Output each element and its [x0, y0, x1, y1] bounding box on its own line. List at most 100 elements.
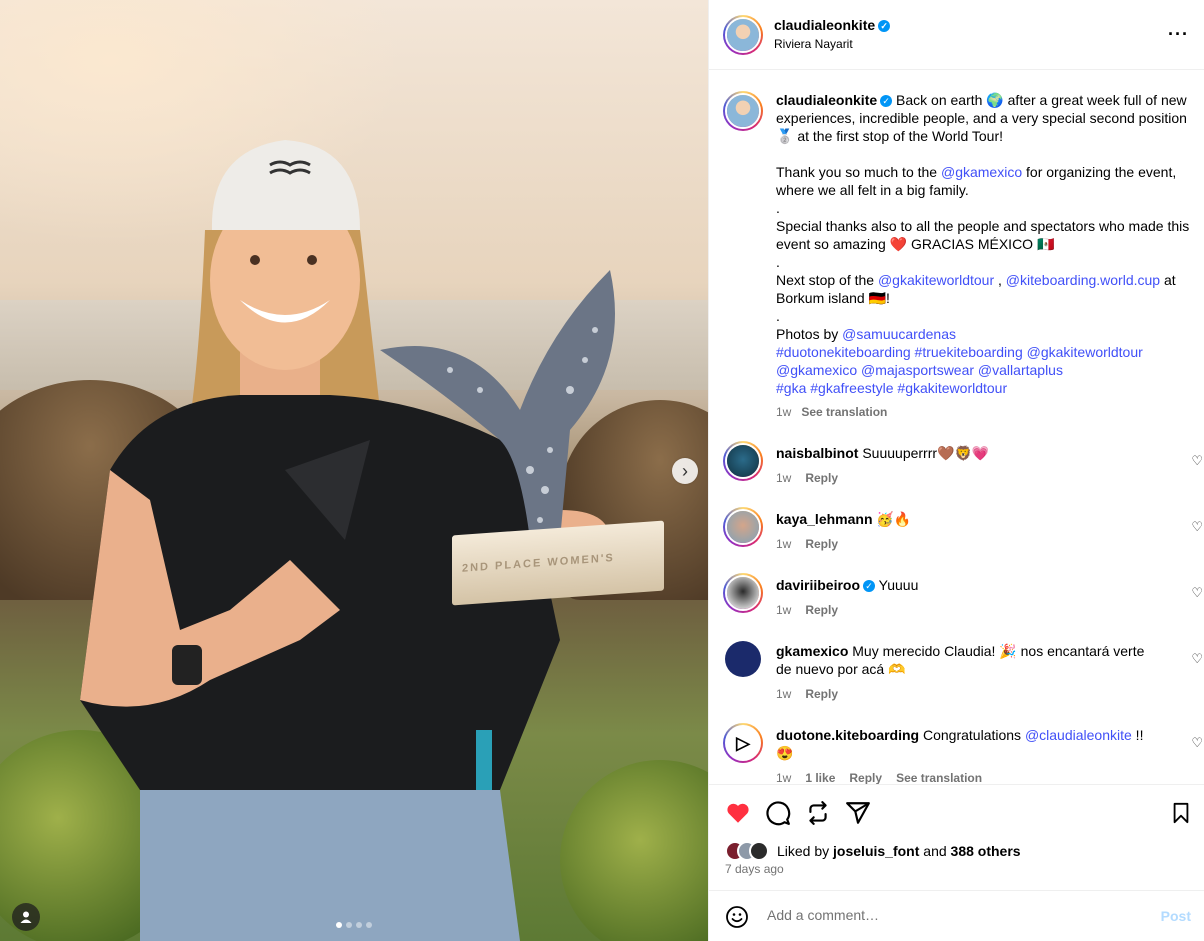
carousel-dot: [366, 922, 372, 928]
whale-tail-trophy: [380, 270, 615, 540]
caption-username[interactable]: claudialeonkite: [776, 92, 877, 108]
caption-time[interactable]: 1w: [776, 405, 791, 419]
hashtags-line[interactable]: #gka #gkafreestyle #gkakiteworldtour: [776, 379, 1190, 397]
trophy-base: 2ND PLACE WOMEN'S: [452, 520, 664, 606]
carousel-dots: [336, 922, 372, 928]
commenter-avatar[interactable]: [725, 641, 761, 677]
hashtags-line[interactable]: @gkamexico @majasportswear @vallartaplus: [776, 361, 1190, 379]
like-comment-button[interactable]: ♡: [1191, 735, 1203, 751]
repost-icon: [809, 801, 827, 825]
carousel-next-button[interactable]: ›: [672, 458, 698, 484]
post-location[interactable]: Riviera Nayarit: [774, 37, 853, 51]
liked-by-summary: Liked by joseluis_font and 388 others: [725, 841, 1021, 861]
liker-avatar[interactable]: [749, 841, 769, 861]
reply-button[interactable]: Reply: [805, 471, 838, 485]
mention-link[interactable]: @samuucardenas: [842, 326, 956, 342]
repost-button[interactable]: [805, 800, 831, 826]
comment-username[interactable]: daviriibeiroo: [776, 577, 860, 593]
likes-count-link[interactable]: 388 others: [951, 843, 1021, 859]
mention-link[interactable]: @claudialeonkite: [1025, 727, 1132, 743]
heart-outline-icon: ♡: [1191, 453, 1203, 468]
heart-outline-icon: ♡: [1191, 735, 1203, 750]
post-photo[interactable]: 2ND PLACE WOMEN'S ›: [0, 0, 708, 941]
author-username[interactable]: claudialeonkite: [774, 17, 875, 33]
emoji-picker-button[interactable]: [725, 905, 749, 929]
comment-time[interactable]: 1w: [776, 537, 791, 551]
author-avatar[interactable]: [723, 91, 763, 131]
add-comment-bar: Post: [709, 890, 1204, 941]
tagged-users-button[interactable]: [12, 903, 40, 931]
author-avatar[interactable]: [723, 15, 763, 55]
comment-time[interactable]: 1w: [776, 471, 791, 485]
mention-link[interactable]: @gkakiteworldtour: [878, 272, 994, 288]
comment-text: Yuuuu: [878, 577, 919, 593]
post-sidebar: claudialeonkite ✓ Riviera Nayarit ··· cla…: [708, 0, 1204, 941]
post-comment-button[interactable]: Post: [1161, 908, 1191, 924]
comment-username[interactable]: naisbalbinot: [776, 445, 858, 461]
comment-time[interactable]: 1w: [776, 771, 791, 784]
reply-button[interactable]: Reply: [805, 603, 838, 617]
mention-link[interactable]: @gkamexico: [941, 164, 1022, 180]
comment-likes[interactable]: 1 like: [805, 771, 835, 784]
save-button[interactable]: [1170, 800, 1192, 826]
comment-text: Suuuuperrrr🤎🦁💗: [862, 445, 990, 461]
paper-plane-icon: [846, 802, 870, 824]
like-comment-button[interactable]: ♡: [1191, 519, 1203, 535]
comment-text: Congratulations: [923, 727, 1025, 743]
like-button[interactable]: [725, 800, 751, 826]
comment-username[interactable]: duotone.kiteboarding: [776, 727, 919, 743]
caption-dot: .: [776, 308, 780, 324]
caption-text: Special thanks also to all the people an…: [776, 218, 1190, 252]
see-translation-link[interactable]: See translation: [896, 771, 982, 784]
comment-bubble-icon: [766, 801, 791, 826]
caption-text: ,: [994, 272, 1006, 288]
see-translation-link[interactable]: See translation: [801, 405, 887, 419]
and-label: and: [923, 843, 947, 859]
comment-time[interactable]: 1w: [776, 603, 791, 617]
caption-text: Photos by: [776, 326, 843, 342]
comments-scroll-area[interactable]: claudialeonkite ✓ Back on earth 🌍 after a…: [709, 71, 1204, 784]
trophy-text: 2ND PLACE WOMEN'S: [462, 552, 615, 575]
user-icon: [20, 911, 32, 923]
verified-badge-icon: ✓: [878, 20, 891, 32]
comment-text: 🥳🔥: [876, 511, 912, 527]
heart-outline-icon: ♡: [1191, 585, 1203, 600]
mention-link[interactable]: @kiteboarding.world.cup: [1006, 272, 1160, 288]
comment-input[interactable]: [765, 906, 1139, 924]
caption-text: Thank you so much to the: [776, 164, 941, 180]
comment-button[interactable]: [765, 800, 791, 826]
heart-outline-icon: ♡: [1191, 651, 1203, 666]
like-comment-button[interactable]: ♡: [1191, 585, 1203, 601]
liked-by-user[interactable]: joseluis_font: [833, 843, 919, 859]
commenter-avatar[interactable]: [723, 507, 763, 547]
comment-time[interactable]: 1w: [776, 687, 791, 701]
reply-button[interactable]: Reply: [805, 537, 838, 551]
like-comment-button[interactable]: ♡: [1191, 453, 1203, 469]
more-horizontal-icon: ···: [1168, 24, 1189, 44]
commenter-avatar[interactable]: [723, 573, 763, 613]
comment-username[interactable]: kaya_lehmann: [776, 511, 873, 527]
carousel-dot: [336, 922, 342, 928]
verified-badge-icon: ✓: [880, 95, 893, 107]
carousel-dot: [346, 922, 352, 928]
post-header: claudialeonkite ✓ Riviera Nayarit ···: [709, 0, 1204, 70]
like-comment-button[interactable]: ♡: [1191, 651, 1203, 667]
share-button[interactable]: [845, 800, 871, 826]
heart-outline-icon: ♡: [1191, 519, 1203, 534]
comment-username[interactable]: gkamexico: [776, 643, 848, 659]
commenter-avatar[interactable]: [723, 441, 763, 481]
heart-filled-icon: [727, 803, 749, 823]
more-options-button[interactable]: ···: [1168, 24, 1189, 45]
post-date[interactable]: 7 days ago: [725, 862, 784, 876]
verified-badge-icon: ✓: [863, 580, 876, 592]
hashtags-line[interactable]: #duotonekiteboarding #truekiteboarding @…: [776, 343, 1190, 361]
commenter-avatar[interactable]: ▷: [723, 723, 763, 763]
reply-button[interactable]: Reply: [805, 687, 838, 701]
carousel-dot: [356, 922, 362, 928]
chevron-right-icon: ›: [682, 460, 688, 481]
caption-text: Next stop of the: [776, 272, 878, 288]
bookmark-icon: [1173, 802, 1189, 824]
reply-button[interactable]: Reply: [849, 771, 882, 784]
caption-dot: .: [776, 254, 780, 270]
smiley-icon: [726, 906, 748, 928]
